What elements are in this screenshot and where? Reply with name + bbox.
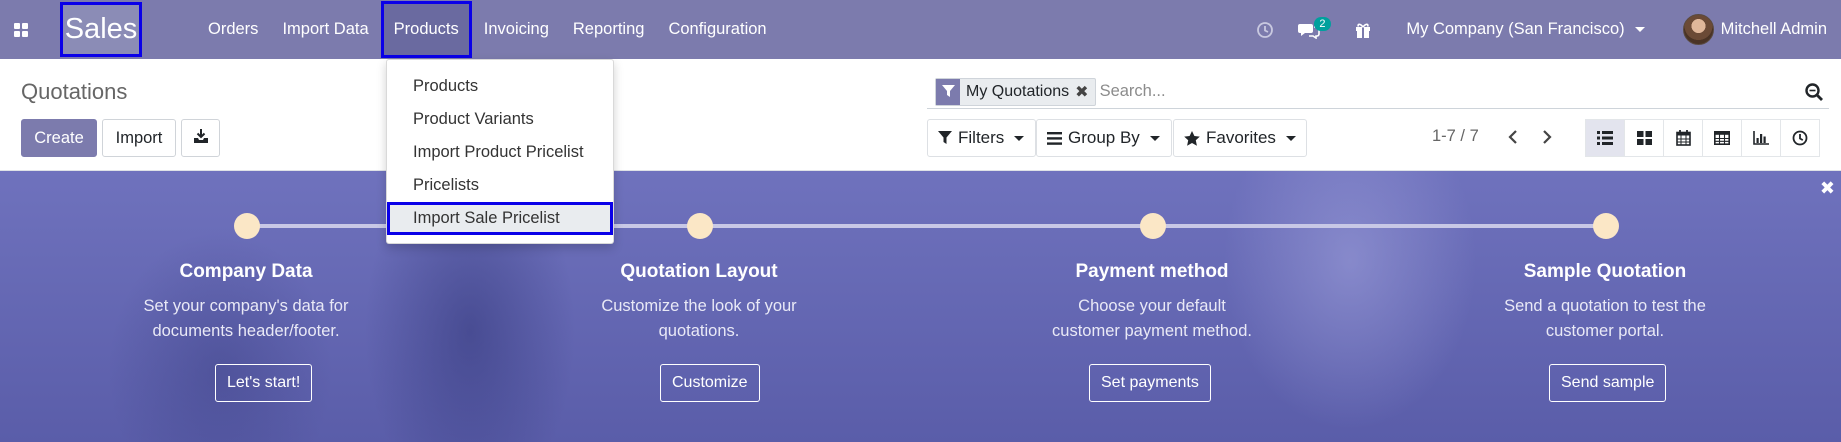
page-title: Quotations: [21, 79, 128, 104]
create-button[interactable]: Create: [21, 119, 97, 157]
facet-remove-icon[interactable]: ✖: [1075, 82, 1094, 102]
products-dropdown-menu: Products Product Variants Import Product…: [386, 59, 614, 244]
step-title: Quotation Layout: [620, 261, 778, 282]
menu-orders[interactable]: Orders: [196, 0, 270, 59]
group-by-label: Group By: [1068, 128, 1140, 147]
customize-button[interactable]: Customize: [660, 364, 760, 402]
dropdown-item-product-variants[interactable]: Product Variants: [387, 103, 613, 136]
list-icon: [1047, 131, 1062, 145]
step-description: Set your company's data for documents he…: [143, 297, 349, 340]
apps-menu-icon[interactable]: [0, 0, 42, 59]
messages-icon[interactable]: 2: [1286, 0, 1342, 59]
favorites-button[interactable]: Favorites: [1173, 119, 1307, 157]
chevron-down-icon: [1149, 135, 1160, 141]
dropdown-item-products[interactable]: Products: [387, 70, 613, 103]
company-name: My Company (San Francisco): [1406, 20, 1625, 38]
user-name: Mitchell Admin: [1720, 20, 1827, 38]
lets-start-button[interactable]: Let's start!: [215, 364, 313, 402]
step-description: Send a quotation to test the customer po…: [1504, 297, 1706, 340]
send-sample-button[interactable]: Send sample: [1549, 364, 1667, 402]
pivot-view-icon[interactable]: [1702, 119, 1742, 157]
set-payments-button[interactable]: Set payments: [1089, 364, 1211, 402]
step-title: Company Data: [179, 261, 313, 282]
favorites-label: Favorites: [1206, 128, 1276, 147]
list-view-icon[interactable]: [1585, 119, 1625, 157]
avatar: [1682, 14, 1714, 45]
step-description: Choose your default customer payment met…: [1052, 297, 1252, 340]
chevron-left-icon[interactable]: [1501, 125, 1525, 149]
search-facet: My Quotations ✖: [935, 77, 1096, 106]
step-dot: [687, 213, 713, 239]
dropdown-item-import-sale-pricelist[interactable]: Import Sale Pricelist: [387, 202, 613, 235]
menu-products[interactable]: Products: [380, 1, 472, 58]
activity-view-icon[interactable]: [1780, 119, 1820, 157]
app-brand[interactable]: Sales: [60, 2, 142, 57]
menu-invoicing[interactable]: Invoicing: [472, 0, 561, 59]
control-panel: Quotations Create Import My Quotations ✖…: [0, 59, 1841, 171]
facet-label: My Quotations: [966, 82, 1070, 100]
group-by-button[interactable]: Group By: [1036, 119, 1172, 157]
step-dot: [234, 213, 260, 239]
chevron-down-icon: [1285, 135, 1296, 141]
close-icon[interactable]: ✖: [1820, 178, 1835, 199]
chevron-down-icon: [1634, 27, 1645, 32]
step-dot: [1593, 213, 1619, 239]
chevron-down-icon: [1014, 135, 1025, 141]
filters-label: Filters: [958, 128, 1005, 147]
company-switcher[interactable]: My Company (San Francisco): [1384, 0, 1664, 59]
kanban-view-icon[interactable]: [1624, 119, 1664, 157]
step-title: Sample Quotation: [1523, 261, 1687, 282]
calendar-view-icon[interactable]: [1663, 119, 1703, 157]
messages-count-badge: 2: [1314, 17, 1331, 31]
systray: 2 My Company (San Francisco) Mitchell Ad…: [1244, 0, 1841, 59]
view-switcher: [1585, 119, 1820, 157]
step-dot: [1140, 213, 1166, 239]
activity-clock-icon[interactable]: [1244, 0, 1286, 59]
gift-icon[interactable]: [1342, 0, 1384, 59]
star-icon: [1184, 130, 1200, 146]
search-bar: My Quotations ✖: [927, 75, 1829, 109]
pager-value[interactable]: 1-7 / 7: [1432, 127, 1479, 146]
menu-configuration[interactable]: Configuration: [656, 0, 778, 59]
filter-icon: [938, 131, 952, 144]
filter-icon: [936, 78, 960, 105]
graph-view-icon[interactable]: [1741, 119, 1781, 157]
download-button[interactable]: [181, 119, 220, 157]
search-icon[interactable]: [1799, 82, 1829, 102]
dropdown-item-import-product-pricelist[interactable]: Import Product Pricelist: [387, 136, 613, 169]
menu-reporting[interactable]: Reporting: [561, 0, 657, 59]
filters-button[interactable]: Filters: [927, 119, 1036, 157]
top-navbar: Sales Orders Import Data Products Invoic…: [0, 0, 1841, 59]
search-input[interactable]: [1099, 82, 1799, 101]
dropdown-item-pricelists[interactable]: Pricelists: [387, 169, 613, 202]
step-title: Payment method: [1075, 261, 1229, 282]
menu-import-data[interactable]: Import Data: [270, 0, 380, 59]
step-description: Customize the look of your quotations.: [601, 297, 797, 340]
download-icon: [193, 128, 209, 149]
onboarding-banner: ✖ Company Data Set your company's data f…: [0, 171, 1841, 442]
user-menu[interactable]: Mitchell Admin: [1665, 0, 1841, 59]
main-menu: Orders Import Data Products Invoicing Re…: [196, 0, 779, 59]
chevron-right-icon[interactable]: [1535, 125, 1559, 149]
import-button[interactable]: Import: [102, 119, 176, 157]
